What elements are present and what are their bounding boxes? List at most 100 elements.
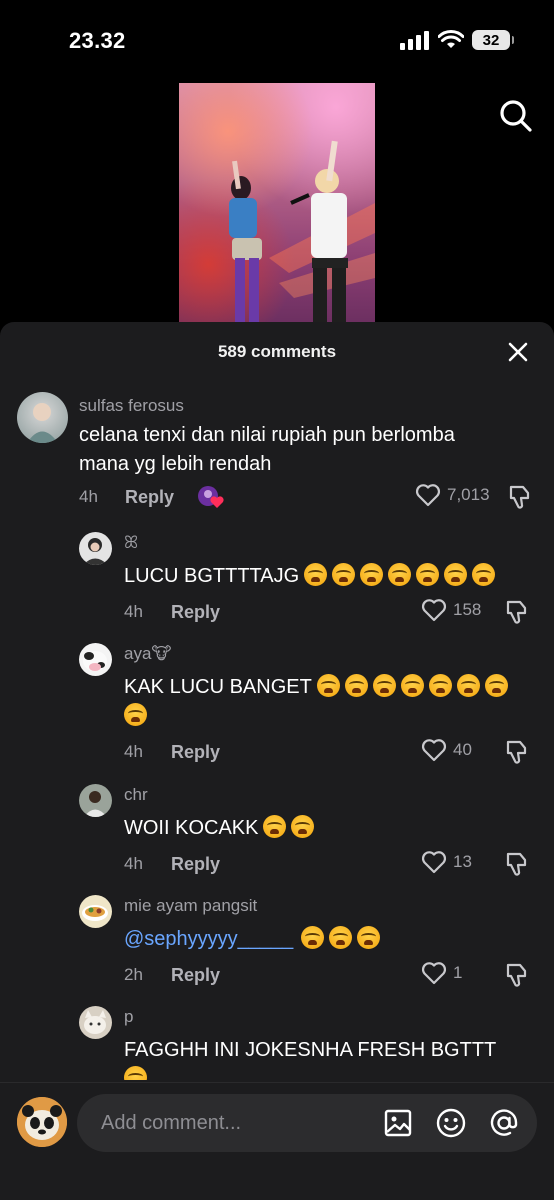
comment-text-content: WOII KOCAKK [124,817,259,839]
avatar-image [84,791,107,817]
comment-username[interactable]: ꕤ [124,533,138,553]
avatar[interactable] [79,532,112,565]
comment-username[interactable]: aya🐮 [124,644,172,664]
loudly-crying-face-icon [484,674,508,697]
comment-time: 4h [124,742,143,761]
loudly-crying-emoji [296,926,381,950]
add-comment-input[interactable]: Add comment... [77,1094,537,1152]
wifi-icon [438,30,464,48]
heart-icon [421,739,447,762]
like-count: 40 [453,740,472,759]
loudly-crying-face-icon [344,674,368,697]
reply-item: mie ayam pangsit @sephyyyyy_____ 2h Repl… [0,887,554,997]
heart-icon [415,484,441,507]
like-button[interactable]: 40 [421,738,472,762]
loudly-crying-face-icon [291,815,315,838]
comment-time: 4h [124,602,143,621]
comment-text: FAGGHH INI JOKESNHA FRESH BGTTT [124,1036,544,1080]
loudly-crying-face-icon [472,563,496,586]
avatar[interactable] [79,784,112,817]
reply-button[interactable]: Reply [125,487,174,508]
avatar[interactable] [79,895,112,928]
loudly-crying-emoji [299,563,496,587]
comment-time: 4h [79,487,98,506]
reply-item: p FAGGHH INI JOKESNHA FRESH BGTTT [0,998,554,1080]
status-icons: 32 [400,30,514,50]
comment-username[interactable]: sulfas ferosus [79,396,184,416]
heart-icon [421,599,447,622]
like-button[interactable]: 7,013 [415,483,490,507]
loudly-crying-face-icon [332,563,356,586]
video-scene [229,140,375,325]
comment-item: sulfas ferosus celana tenxi dan nilai ru… [0,382,554,512]
like-count: 7,013 [447,485,490,504]
noodle-bowl-avatar-image [82,905,108,921]
comments-count-title: 589 comments [217,342,337,361]
reply-button[interactable]: Reply [171,742,220,763]
creator-liked-badge [197,484,225,510]
comment-text: @sephyyyyy_____ [124,925,381,954]
comment-text: WOII KOCAKK [124,814,315,843]
comment-text-content: KAK LUCU BANGET [124,676,312,698]
dislike-icon[interactable] [504,599,530,625]
cow-avatar-image [83,651,107,671]
search-icon[interactable] [496,96,536,136]
loudly-crying-face-icon [456,674,480,697]
current-user-avatar[interactable] [17,1097,67,1147]
comment-time: 4h [124,854,143,873]
loudly-crying-face-icon [444,563,468,586]
loudly-crying-face-icon [428,674,452,697]
dislike-icon[interactable] [504,962,530,988]
like-button[interactable]: 158 [421,598,481,622]
cellular-signal-icon [400,31,429,50]
reply-item: aya🐮 KAK LUCU BANGET 4h Reply 40 [0,635,554,775]
battery-indicator: 32 [472,30,514,50]
image-icon[interactable] [383,1108,413,1138]
reply-button[interactable]: Reply [171,965,220,986]
panda-avatar-image [17,1097,67,1147]
loudly-crying-emoji [258,815,315,839]
like-button[interactable]: 1 [421,961,462,985]
reply-button[interactable]: Reply [171,854,220,875]
comment-text: LUCU BGTTTTAJG [124,562,496,591]
dislike-icon[interactable] [507,484,533,510]
like-count: 158 [453,600,482,619]
comment-text: KAK LUCU BANGET [124,673,544,731]
avatar[interactable] [79,1006,112,1039]
at-icon[interactable] [489,1108,519,1138]
comment-text-line: mana yg lebih rendah [79,453,272,475]
avatar-image [83,538,108,565]
comment-list[interactable]: sulfas ferosus celana tenxi dan nilai ru… [0,382,554,1080]
loudly-crying-face-icon [301,926,325,949]
loudly-crying-face-icon [329,926,353,949]
like-button[interactable]: 13 [421,850,472,874]
dislike-icon[interactable] [504,739,530,765]
comment-username[interactable]: mie ayam pangsit [124,896,257,916]
comment-input-bar: Add comment... [0,1082,554,1200]
like-count: 13 [453,852,472,871]
comment-text-content: FAGGHH INI JOKESNHA FRESH BGTTT [124,1039,497,1061]
reply-button[interactable]: Reply [171,602,220,623]
loudly-crying-face-icon [416,563,440,586]
loudly-crying-face-icon [263,815,287,838]
comment-username[interactable]: p [124,1007,133,1027]
loudly-crying-emoji [312,674,508,698]
comment-text-line: celana tenxi dan nilai rupiah pun berlom… [79,424,455,446]
loudly-crying-face-icon [304,563,328,586]
add-comment-placeholder: Add comment... [101,1112,242,1134]
emoji-icon[interactable] [436,1108,466,1138]
video-thumbnail[interactable] [179,83,375,325]
avatar[interactable] [17,392,68,443]
user-mention-link[interactable]: @sephyyyyy_____ [124,928,293,950]
comment-text: celana tenxi dan nilai rupiah pun berlom… [79,421,455,479]
reply-item: chr WOII KOCAKK 4h Reply 13 [0,776,554,886]
loudly-crying-emoji [119,703,147,727]
heart-icon [421,962,447,985]
close-icon[interactable] [508,342,528,362]
loudly-crying-face-icon [400,674,424,697]
comment-username[interactable]: chr [124,785,148,805]
avatar[interactable] [79,643,112,676]
dislike-icon[interactable] [504,851,530,877]
creator-avatar-heart-icon [198,486,224,508]
comment-time: 2h [124,965,143,984]
